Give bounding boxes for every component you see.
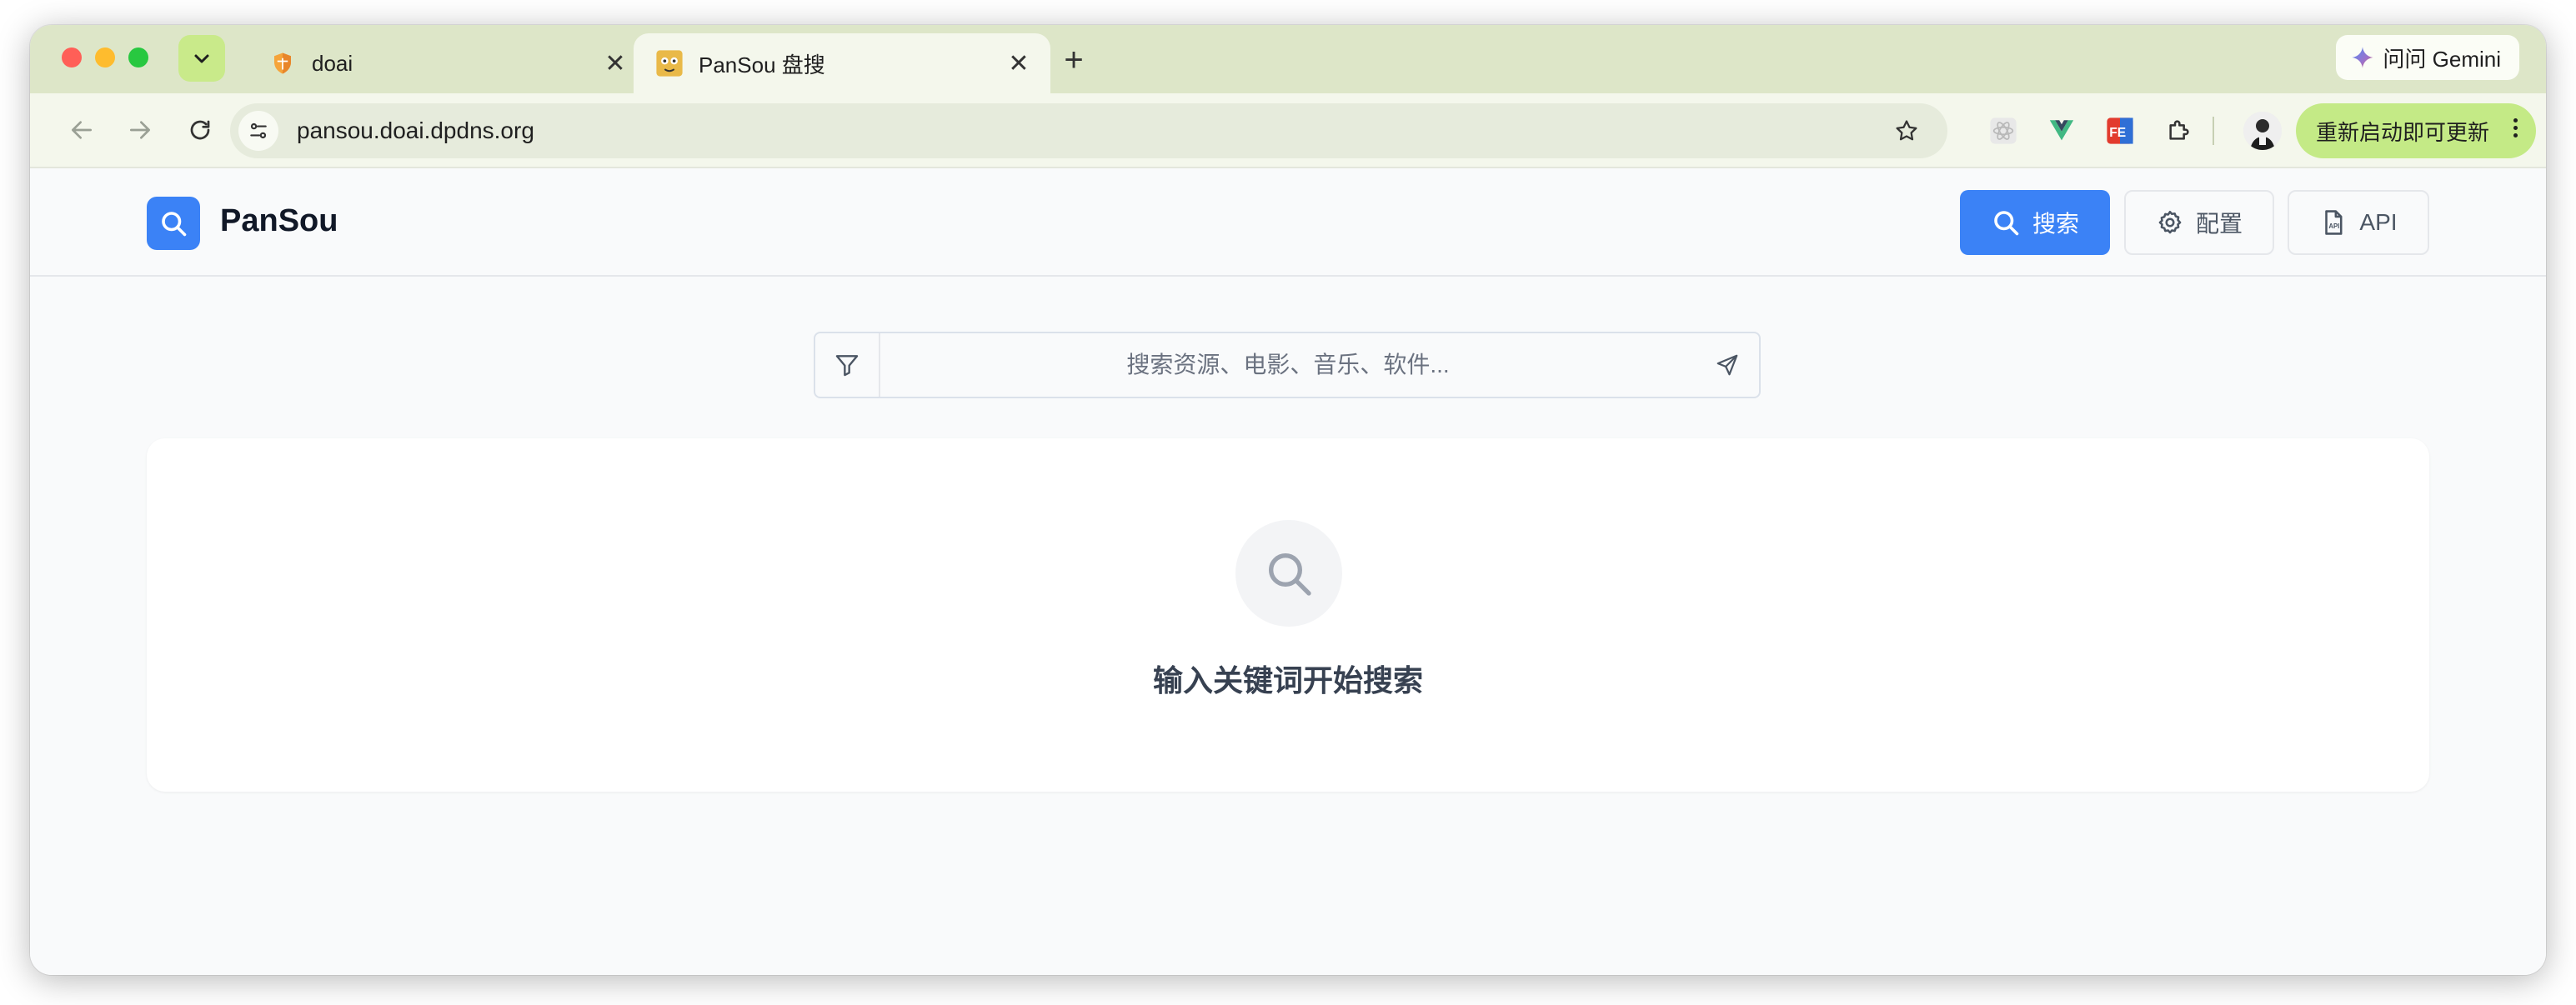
- site-settings-icon[interactable]: [238, 111, 278, 151]
- results-card: 输入关键词开始搜索: [147, 438, 2429, 792]
- app-header: PanSou 搜索 配置 API API: [30, 168, 2546, 277]
- extensions-puzzle-icon[interactable]: [2161, 113, 2196, 148]
- gemini-sparkle-icon: [2352, 47, 2374, 68]
- tab-strip: doai ✕ PanSou 盘搜 ✕ + 问问 Gemini: [30, 25, 2546, 93]
- shield-icon: [268, 49, 297, 78]
- tab-title: PanSou 盘搜: [699, 52, 825, 78]
- tab-pansou[interactable]: PanSou 盘搜 ✕: [634, 33, 1050, 93]
- nav-api-label: API: [2359, 209, 2398, 235]
- browser-toolbar: pansou.doai.dpdns.org FE 重新启动即可更新: [30, 93, 2546, 168]
- fehelper-icon[interactable]: FE: [2102, 113, 2137, 148]
- reload-button[interactable]: [182, 112, 218, 148]
- pansou-favicon-icon: [655, 49, 684, 78]
- profile-avatar[interactable]: [2243, 112, 2282, 150]
- gear-icon: [2158, 210, 2182, 234]
- browser-window: doai ✕ PanSou 盘搜 ✕ + 问问 Gemini pansou.do…: [30, 25, 2546, 975]
- filter-icon: [835, 355, 859, 377]
- nav-search-label: 搜索: [2032, 211, 2079, 237]
- gemini-label: 问问 Gemini: [2383, 46, 2501, 72]
- update-label: 重新启动即可更新: [2316, 119, 2490, 145]
- minimize-window-button[interactable]: [95, 48, 115, 68]
- empty-state-search-icon: [1235, 520, 1342, 627]
- restart-to-update-button[interactable]: 重新启动即可更新: [2296, 103, 2536, 158]
- arrow-left-icon: [72, 121, 92, 139]
- bookmark-star-icon[interactable]: [1894, 118, 1919, 143]
- close-window-button[interactable]: [62, 48, 82, 68]
- url-text[interactable]: pansou.doai.dpdns.org: [297, 118, 1894, 144]
- svg-text:API: API: [2329, 222, 2340, 230]
- search-icon: [1994, 211, 2019, 236]
- more-vert-icon: [2513, 118, 2518, 138]
- web-page: PanSou 搜索 配置 API API 搜索资源、电影、音乐、软件... 输入…: [30, 168, 2546, 975]
- filter-button[interactable]: [815, 333, 880, 397]
- tab-title: doai: [312, 50, 353, 76]
- search-input[interactable]: [880, 333, 1696, 397]
- nav-config-button[interactable]: 配置: [2124, 190, 2274, 255]
- tab-search-button[interactable]: [178, 35, 225, 82]
- svg-text:FE: FE: [2109, 126, 2126, 140]
- empty-state-message: 输入关键词开始搜索: [1152, 663, 1423, 698]
- react-devtools-icon[interactable]: [1986, 113, 2021, 148]
- send-icon: [1716, 354, 1738, 376]
- search-bar: [814, 332, 1761, 398]
- tab-close-button[interactable]: ✕: [1002, 47, 1035, 80]
- submit-search-button[interactable]: [1696, 333, 1759, 397]
- forward-button[interactable]: [122, 112, 158, 148]
- logo[interactable]: [147, 197, 200, 250]
- search-icon: [162, 212, 187, 237]
- arrow-right-icon: [130, 121, 150, 139]
- nav-search-button[interactable]: 搜索: [1960, 190, 2110, 255]
- nav-config-label: 配置: [2195, 211, 2243, 237]
- toolbar-divider: [2213, 117, 2214, 145]
- maximize-window-button[interactable]: [128, 48, 148, 68]
- chevron-down-icon: [194, 54, 209, 63]
- nav-api-button[interactable]: API API: [2288, 190, 2429, 255]
- reload-icon: [190, 120, 210, 140]
- tab-close-button[interactable]: ✕: [599, 47, 632, 80]
- back-button[interactable]: [63, 112, 100, 148]
- new-tab-button[interactable]: +: [1057, 43, 1090, 77]
- ask-gemini-button[interactable]: 问问 Gemini: [2336, 35, 2519, 80]
- document-api-icon: API: [2325, 210, 2343, 235]
- vue-devtools-icon[interactable]: [2044, 113, 2079, 148]
- brand-name[interactable]: PanSou: [220, 203, 338, 239]
- address-bar[interactable]: pansou.doai.dpdns.org: [230, 103, 1947, 158]
- tab-doai[interactable]: doai ✕: [247, 33, 647, 93]
